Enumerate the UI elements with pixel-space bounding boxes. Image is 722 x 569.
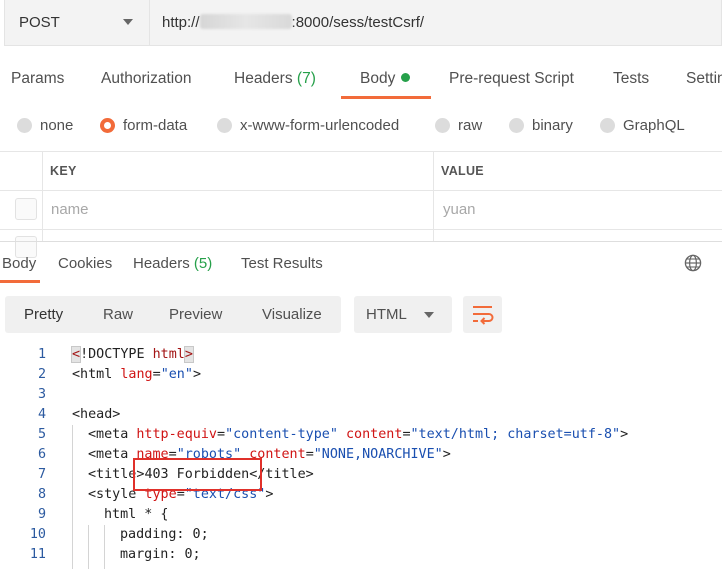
- radio-x-www-form-urlencoded[interactable]: x-www-form-urlencoded: [217, 117, 399, 134]
- radio-dot-icon: [17, 118, 32, 133]
- language-select[interactable]: HTML: [354, 296, 452, 333]
- view-mode-segmented-control: Pretty Raw Preview Visualize: [5, 296, 341, 333]
- method-select[interactable]: POST: [4, 0, 150, 46]
- code-line-4: <head>: [72, 407, 121, 422]
- tab-tests[interactable]: Tests: [613, 70, 649, 88]
- response-headers-count: (5): [193, 255, 213, 272]
- row-divider: [0, 190, 722, 191]
- radio-graphql[interactable]: GraphQL: [600, 117, 685, 134]
- radio-dot-icon: [435, 118, 450, 133]
- view-preview-button[interactable]: Preview: [169, 306, 222, 323]
- wrap-lines-icon: [473, 306, 494, 325]
- method-label: POST: [19, 14, 60, 31]
- tab-params[interactable]: Params: [11, 70, 64, 88]
- tab-body-label: Body: [360, 70, 396, 87]
- chevron-down-icon: [424, 312, 434, 318]
- line-number: 4: [37, 407, 46, 422]
- row-divider: [0, 229, 722, 230]
- tab-pre-request-script[interactable]: Pre-request Script: [449, 70, 574, 88]
- line-number: 6: [37, 447, 46, 462]
- url-input[interactable]: http://:8000/sess/testCsrf/: [150, 0, 722, 46]
- response-divider[interactable]: [0, 241, 722, 242]
- line-number: 8: [37, 487, 46, 502]
- response-tab-headers[interactable]: Headers (5): [133, 255, 212, 272]
- response-tab-cookies[interactable]: Cookies: [58, 255, 112, 272]
- response-active-tab-indicator: [0, 280, 40, 283]
- key-field[interactable]: name: [51, 201, 89, 218]
- redacted-host: [199, 14, 292, 29]
- radio-binary[interactable]: binary: [509, 117, 573, 134]
- response-tab-test-results[interactable]: Test Results: [241, 255, 323, 272]
- response-tab-body[interactable]: Body: [2, 255, 36, 272]
- line-number: 2: [37, 367, 46, 382]
- radio-dot-icon: [509, 118, 524, 133]
- line-number: 9: [37, 507, 46, 522]
- code-line-10: padding: 0;: [120, 527, 209, 542]
- line-number: 7: [37, 467, 46, 482]
- code-line-11: margin: 0;: [120, 547, 201, 562]
- column-divider: [42, 152, 43, 242]
- column-header-value: VALUE: [441, 164, 484, 178]
- wrap-lines-button[interactable]: [463, 296, 502, 333]
- indent-guide: [72, 425, 73, 569]
- line-number: 11: [29, 547, 46, 562]
- radio-none[interactable]: none: [17, 117, 73, 134]
- code-line-1: <!DOCTYPE html>: [70, 346, 194, 363]
- language-label: HTML: [366, 306, 407, 323]
- value-field[interactable]: yuan: [443, 201, 476, 218]
- view-visualize-button[interactable]: Visualize: [262, 306, 322, 323]
- view-pretty-button[interactable]: Pretty: [24, 306, 63, 323]
- response-code-view[interactable]: 1 2 3 4 5 6 7 8 9 10 11 <!DOCTYPE html> …: [0, 345, 722, 569]
- view-raw-button[interactable]: Raw: [103, 306, 133, 323]
- response-tabs: Body Cookies Headers (5) Test Results: [0, 244, 722, 284]
- line-number: 5: [37, 427, 46, 442]
- body-active-dot-icon: [401, 73, 411, 82]
- radio-raw[interactable]: raw: [435, 117, 482, 134]
- code-line-9: html * {: [104, 507, 169, 522]
- code-line-2: <html lang="en">: [72, 367, 201, 382]
- tab-headers[interactable]: Headers (7): [234, 70, 316, 88]
- tab-settings[interactable]: Settin: [686, 70, 722, 88]
- row-checkbox[interactable]: [15, 198, 37, 220]
- code-line-5: <meta http-equiv="content-type" content=…: [88, 427, 629, 442]
- headers-count: (7): [296, 70, 316, 87]
- radio-checked-icon: [100, 118, 115, 133]
- url-text: http://:8000/sess/testCsrf/: [162, 14, 425, 31]
- line-number: 10: [29, 527, 46, 542]
- column-divider: [433, 152, 434, 242]
- indent-guide: [88, 525, 89, 569]
- tab-body[interactable]: Body: [360, 70, 411, 88]
- form-data-table: KEY VALUE name yuan: [0, 151, 722, 258]
- column-header-key: KEY: [50, 164, 77, 178]
- line-number: 3: [37, 387, 46, 402]
- body-type-options: none form-data x-www-form-urlencoded raw…: [0, 112, 722, 142]
- indent-guide: [104, 525, 105, 569]
- radio-dot-icon: [217, 118, 232, 133]
- radio-form-data[interactable]: form-data: [100, 117, 187, 134]
- request-url-row: POST http://:8000/sess/testCsrf/: [0, 0, 722, 48]
- radio-dot-icon: [600, 118, 615, 133]
- line-number: 1: [37, 347, 46, 362]
- tab-authorization[interactable]: Authorization: [101, 70, 191, 88]
- active-tab-indicator: [341, 96, 431, 99]
- annotation-highlight-box: [133, 458, 262, 491]
- globe-icon[interactable]: [684, 254, 702, 272]
- chevron-down-icon: [123, 19, 133, 25]
